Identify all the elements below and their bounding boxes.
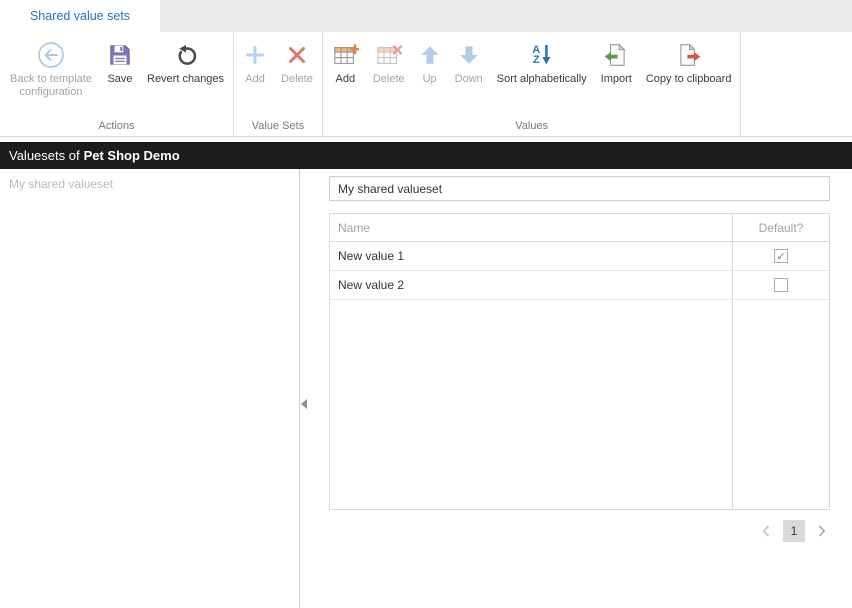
- save-button[interactable]: Save: [100, 37, 140, 119]
- table-delete-icon: [375, 39, 402, 71]
- content-area: My shared valueset Name Default? New val…: [0, 169, 852, 608]
- move-up-button[interactable]: Up: [412, 37, 448, 119]
- tab-shared-value-sets[interactable]: Shared value sets: [0, 0, 160, 32]
- sort-letter-z: Z: [532, 55, 540, 65]
- import-button[interactable]: Import: [594, 37, 639, 119]
- ribbon-group-label-actions: Actions: [0, 119, 233, 136]
- button-label: Sort alphabetically: [497, 73, 587, 86]
- button-label: Add: [245, 73, 265, 86]
- arrow-up-icon: [419, 39, 441, 71]
- app-window: Shared value sets Back to template confi…: [0, 0, 852, 608]
- button-label: Back to template configuration: [9, 73, 93, 99]
- valueset-list-item[interactable]: My shared valueset: [0, 169, 299, 199]
- table-row[interactable]: New value 1: [330, 242, 829, 271]
- column-header-name: Name: [330, 214, 732, 241]
- ribbon: Back to template configuration Sav: [0, 32, 852, 137]
- valueset-list-item-label: My shared valueset: [9, 177, 113, 191]
- arrow-down-icon: [458, 39, 480, 71]
- values-table: Name Default? New value 1 New value 2: [329, 213, 830, 510]
- empty-default-column: [732, 300, 829, 509]
- values-table-header: Name Default?: [330, 214, 829, 242]
- button-label: Save: [107, 73, 132, 86]
- ribbon-group-values: Add Delete: [323, 32, 742, 136]
- move-down-button[interactable]: Down: [448, 37, 490, 119]
- add-value-button[interactable]: Add: [325, 37, 366, 119]
- button-label: Revert changes: [147, 73, 224, 86]
- ribbon-group-actions-buttons: Back to template configuration Sav: [0, 32, 233, 119]
- page-number-button[interactable]: 1: [783, 520, 805, 542]
- back-circle-icon: [36, 39, 66, 71]
- revert-changes-button[interactable]: Revert changes: [140, 37, 231, 119]
- ribbon-group-label-values: Values: [323, 119, 741, 136]
- column-header-default: Default?: [732, 214, 829, 241]
- chevron-left-icon: [761, 524, 771, 538]
- x-icon: [285, 39, 309, 71]
- button-label: Import: [601, 73, 632, 86]
- table-row[interactable]: New value 2: [330, 271, 829, 300]
- button-label: Copy to clipboard: [646, 73, 732, 86]
- empty-name-column: [330, 300, 732, 509]
- pagination: 1: [329, 520, 830, 542]
- valueset-name-input[interactable]: [329, 176, 830, 201]
- chevron-right-icon: [817, 524, 827, 538]
- next-page-button[interactable]: [814, 520, 830, 542]
- valueset-list-panel: My shared valueset: [0, 169, 300, 608]
- table-add-icon: [332, 39, 359, 71]
- ribbon-group-actions: Back to template configuration Sav: [0, 32, 234, 136]
- delete-value-set-button[interactable]: Delete: [274, 37, 320, 119]
- revert-icon: [173, 39, 199, 71]
- valueset-detail-panel: Name Default? New value 1 New value 2: [300, 169, 852, 608]
- table-empty-area: [330, 300, 829, 509]
- tab-label: Shared value sets: [30, 9, 130, 23]
- valuesets-title-bar: Valuesets of Pet Shop Demo: [0, 142, 852, 169]
- delete-value-button[interactable]: Delete: [366, 37, 412, 119]
- value-name-cell: New value 1: [330, 242, 732, 270]
- button-label: Up: [423, 73, 437, 86]
- sort-az-icon: A Z: [532, 39, 551, 71]
- copy-to-clipboard-button[interactable]: Copy to clipboard: [639, 37, 739, 119]
- title-prefix: Valuesets of: [9, 148, 80, 163]
- ribbon-tabstrip: Shared value sets: [0, 0, 852, 32]
- sort-alphabetically-button[interactable]: A Z Sort alphabetically: [490, 37, 594, 119]
- button-label: Add: [336, 73, 356, 86]
- save-icon: [107, 39, 133, 71]
- ribbon-group-value-sets-buttons: Add Delete: [234, 32, 322, 119]
- default-cell: [732, 271, 829, 299]
- template-name: Pet Shop Demo: [84, 148, 180, 163]
- collapse-left-icon: [301, 399, 307, 409]
- ribbon-group-values-buttons: Add Delete: [323, 32, 741, 119]
- ribbon-group-label-value-sets: Value Sets: [234, 119, 322, 136]
- default-checkbox[interactable]: [774, 278, 788, 292]
- panel-collapse-handle[interactable]: [301, 395, 311, 413]
- default-checkbox[interactable]: [774, 249, 788, 263]
- default-cell: [732, 242, 829, 270]
- button-label: Down: [455, 73, 483, 86]
- value-name-cell: New value 2: [330, 271, 732, 299]
- plus-icon: [243, 39, 267, 71]
- back-to-template-configuration-button[interactable]: Back to template configuration: [2, 37, 100, 119]
- button-label: Delete: [373, 73, 405, 86]
- import-icon: [603, 39, 629, 71]
- previous-page-button[interactable]: [758, 520, 774, 542]
- ribbon-group-value-sets: Add Delete Value Sets: [234, 32, 323, 136]
- add-value-set-button[interactable]: Add: [236, 37, 274, 119]
- button-label: Delete: [281, 73, 313, 86]
- copy-to-clipboard-icon: [676, 39, 702, 71]
